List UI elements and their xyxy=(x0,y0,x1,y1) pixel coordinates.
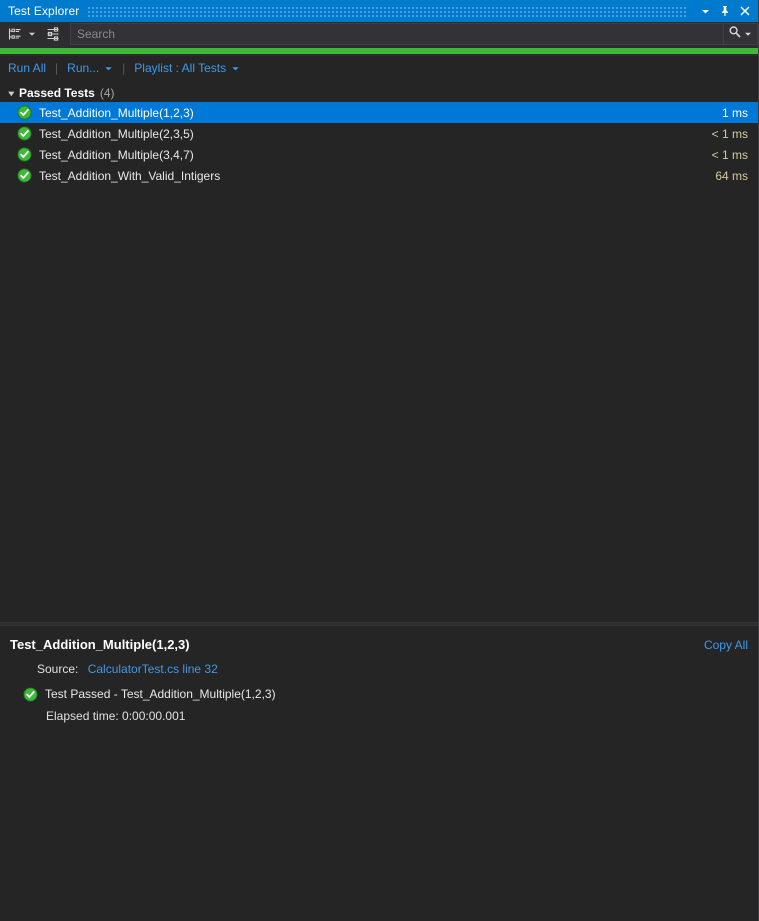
table-row[interactable]: Test_Addition_With_Valid_Intigers 64 ms xyxy=(0,165,758,186)
test-list[interactable]: Passed Tests (4) Test_Addition_Multiple(… xyxy=(0,81,758,622)
passed-icon xyxy=(16,105,32,121)
test-group-title: Passed Tests xyxy=(19,86,95,100)
source-link[interactable]: CalculatorTest.cs line 32 xyxy=(88,662,218,676)
test-name: Test_Addition_Multiple(1,2,3) xyxy=(39,105,194,120)
copy-all-button[interactable]: Copy All xyxy=(704,636,748,654)
close-icon[interactable] xyxy=(736,2,754,20)
test-duration: < 1 ms xyxy=(711,147,748,162)
page-title: Test_Addition_Multiple(1,2,3) xyxy=(10,637,190,652)
detail-source-row: Source: CalculatorTest.cs line 32 xyxy=(10,661,748,678)
test-run-progress-fill xyxy=(0,48,758,54)
command-separator-2: | xyxy=(122,61,126,75)
search-icon[interactable] xyxy=(728,25,742,44)
triangle-down-icon[interactable] xyxy=(4,86,18,100)
title-bar-drag-handle[interactable] xyxy=(87,5,688,17)
playlist-dropdown-button[interactable]: Playlist : All Tests xyxy=(134,56,240,81)
run-button-label: Run... xyxy=(67,61,100,75)
test-run-progress xyxy=(0,46,758,56)
source-label: Source: xyxy=(37,662,79,676)
detail-header: Test_Addition_Multiple(1,2,3) Copy All xyxy=(10,636,748,654)
detail-elapsed-time: Elapsed time: 0:00:00.001 xyxy=(46,709,186,723)
table-row[interactable]: Test_Addition_Multiple(1,2,3) 1 ms xyxy=(0,102,758,123)
test-name: Test_Addition_With_Valid_Intigers xyxy=(39,168,221,183)
passed-icon xyxy=(22,686,38,702)
test-name: Test_Addition_Multiple(2,3,5) xyxy=(39,126,194,141)
playlist-label: Playlist : All Tests xyxy=(134,61,227,75)
passed-icon xyxy=(16,126,32,142)
search-dropdown-caret[interactable] xyxy=(742,25,755,43)
pin-icon[interactable] xyxy=(716,2,734,20)
window-dropdown-button[interactable] xyxy=(696,2,714,20)
window-title-bar: Test Explorer xyxy=(0,0,758,22)
search-input[interactable] xyxy=(71,24,723,44)
chevron-down-icon xyxy=(226,64,240,73)
test-name: Test_Addition_Multiple(3,4,7) xyxy=(39,147,194,162)
run-all-button[interactable]: Run All xyxy=(8,56,46,81)
test-duration: 64 ms xyxy=(715,168,748,183)
test-duration: < 1 ms xyxy=(711,126,748,141)
search-box[interactable] xyxy=(70,23,758,45)
table-row[interactable]: Test_Addition_Multiple(3,4,7) < 1 ms xyxy=(0,144,758,165)
window-title: Test Explorer xyxy=(8,4,80,18)
detail-result-row: Test Passed - Test_Addition_Multiple(1,2… xyxy=(10,686,748,702)
detail-result-text: Test Passed - Test_Addition_Multiple(1,2… xyxy=(45,687,276,701)
command-separator-1: | xyxy=(55,61,59,75)
test-group-count: (4) xyxy=(99,86,115,100)
command-bar: Run All | Run... | Playlist : All Tests xyxy=(0,56,758,81)
run-dropdown-button[interactable]: Run... xyxy=(67,56,113,81)
window-controls xyxy=(696,2,754,20)
group-by-icon[interactable] xyxy=(4,23,26,45)
test-explorer-window: Test Explorer Search Run All | Run... | … xyxy=(0,0,759,921)
passed-icon xyxy=(16,147,32,163)
test-settings-icon[interactable] xyxy=(42,23,64,45)
test-detail-pane: Test_Addition_Multiple(1,2,3) Copy All S… xyxy=(0,626,758,921)
test-duration: 1 ms xyxy=(721,105,748,120)
test-group-header-passed[interactable]: Passed Tests (4) xyxy=(0,84,758,102)
table-row[interactable]: Test_Addition_Multiple(2,3,5) < 1 ms xyxy=(0,123,758,144)
passed-icon xyxy=(16,168,32,184)
search-actions xyxy=(723,24,757,44)
chevron-down-icon xyxy=(99,64,113,73)
toolbar xyxy=(0,22,758,46)
group-by-dropdown-caret[interactable] xyxy=(26,23,38,45)
